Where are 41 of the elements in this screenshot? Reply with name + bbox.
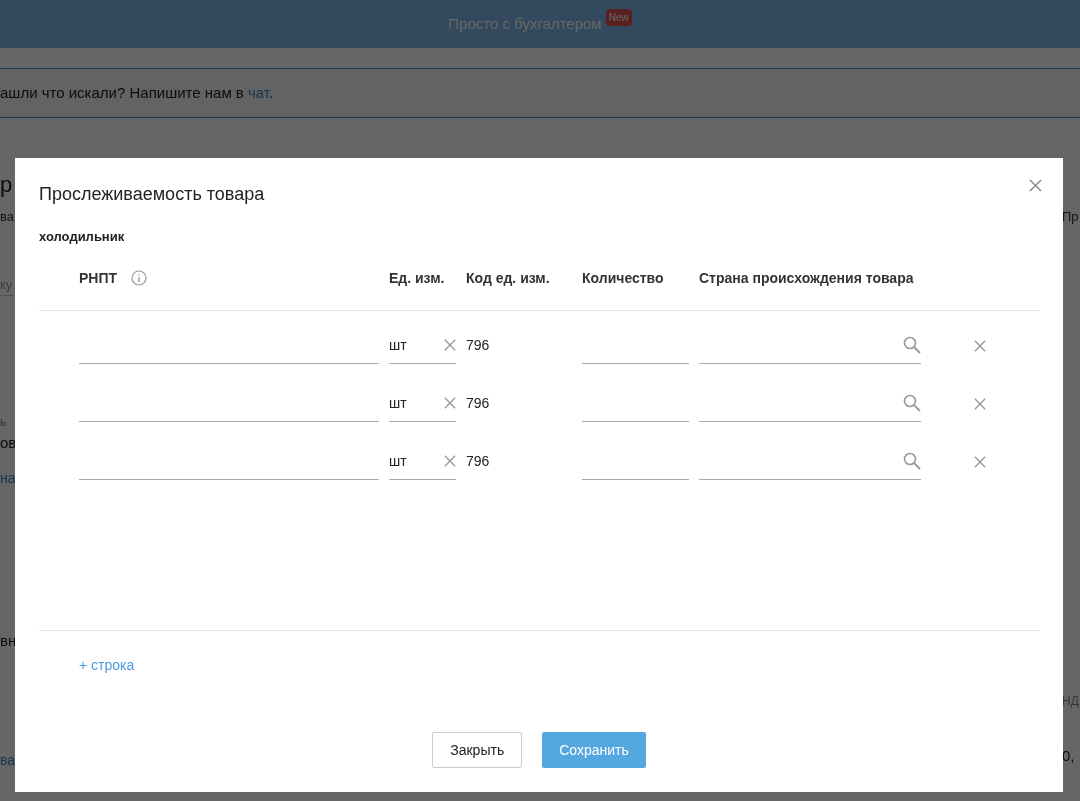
column-header: Код ед. изм. bbox=[466, 268, 551, 288]
notice-text: ашли что искали? Напишите нам в чат. bbox=[0, 82, 274, 103]
clear-icon[interactable] bbox=[444, 455, 456, 467]
new-badge: New bbox=[605, 8, 632, 26]
unit-value: шт bbox=[389, 393, 407, 413]
chat-link[interactable]: чат bbox=[248, 83, 270, 101]
background-title: р bbox=[0, 171, 13, 199]
column-header: РНПТ bbox=[79, 268, 118, 288]
unit-value: шт bbox=[389, 451, 407, 471]
unit-code: 796 bbox=[466, 336, 491, 355]
unit-field[interactable]: шт bbox=[389, 327, 456, 364]
save-button[interactable]: Сохранить bbox=[542, 732, 646, 768]
column-header: Количество bbox=[582, 268, 665, 288]
product-name: холодильник bbox=[39, 228, 125, 246]
search-icon[interactable] bbox=[903, 394, 921, 412]
search-icon[interactable] bbox=[903, 452, 921, 470]
add-row-link[interactable]: + строка bbox=[79, 656, 135, 673]
background-tab[interactable]: ва bbox=[0, 207, 14, 227]
background-link[interactable]: ва bbox=[0, 750, 16, 771]
unit-field[interactable]: шт bbox=[389, 385, 456, 422]
close-icon[interactable] bbox=[1029, 179, 1042, 192]
background-link[interactable]: на bbox=[0, 468, 16, 489]
delete-row-icon[interactable] bbox=[974, 339, 986, 352]
unit-value: шт bbox=[389, 335, 407, 355]
unit-code: 796 bbox=[466, 394, 491, 413]
delete-row-icon[interactable] bbox=[974, 455, 986, 468]
background-tab[interactable]: Пр bbox=[1062, 207, 1079, 227]
unit-code: 796 bbox=[466, 452, 491, 471]
dialog-title: Прослеживаемость товара bbox=[39, 183, 265, 206]
unit-field[interactable]: шт bbox=[389, 443, 456, 480]
background-value: 0, bbox=[1062, 746, 1075, 766]
search-icon[interactable] bbox=[903, 336, 921, 354]
close-button[interactable]: Закрыть bbox=[432, 732, 523, 768]
column-header: Ед. изм. bbox=[389, 268, 446, 288]
background-value: вн bbox=[0, 631, 17, 651]
delete-row-icon[interactable] bbox=[974, 397, 986, 410]
clear-icon[interactable] bbox=[444, 397, 456, 409]
column-header: Страна происхождения товара bbox=[699, 268, 914, 288]
clear-icon[interactable] bbox=[444, 339, 456, 351]
background-value: ов bbox=[0, 433, 17, 453]
info-icon[interactable] bbox=[131, 270, 148, 286]
